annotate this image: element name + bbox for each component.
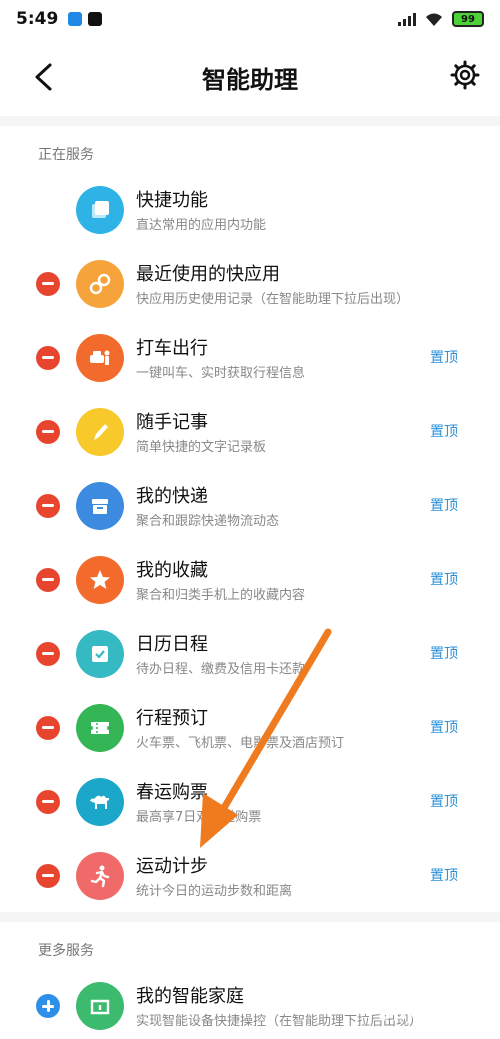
remove-button[interactable] <box>36 642 60 666</box>
box-icon <box>76 482 124 530</box>
link-icon <box>76 260 124 308</box>
row-title: 运动计步 <box>136 856 208 877</box>
row-title: 春运购票 <box>136 782 208 803</box>
remove-button[interactable] <box>36 346 60 370</box>
status-bar: 5:49 99 <box>0 0 500 38</box>
layers-icon <box>76 186 124 234</box>
row-subtitle: 简单快捷的文字记录板 <box>136 440 267 455</box>
service-row-recent-quickapps[interactable]: 最近使用的快应用 快应用历史使用记录（在智能助理下拉后出现） <box>0 246 500 320</box>
service-row-express[interactable]: 我的快递 聚合和跟踪快递物流动态 置顶 <box>0 468 500 542</box>
service-row-calendar[interactable]: 日历日程 待办日程、缴费及信用卡还款 置顶 <box>0 616 500 690</box>
service-row-taxi[interactable]: 打车出行 一键叫车、实时获取行程信息 置顶 <box>0 320 500 394</box>
row-subtitle: 快应用历史使用记录（在智能助理下拉后出现） <box>136 292 410 307</box>
service-row-favorites[interactable]: 我的收藏 聚合和归类手机上的收藏内容 置顶 <box>0 542 500 616</box>
row-title: 我的智能家庭 <box>136 986 244 1007</box>
runner-icon <box>76 852 124 900</box>
row-title: 快捷功能 <box>136 190 208 211</box>
remove-button[interactable] <box>36 272 60 296</box>
row-title: 打车出行 <box>136 338 208 359</box>
remove-button[interactable] <box>36 420 60 444</box>
camel-icon <box>76 778 124 826</box>
pencil-icon <box>76 408 124 456</box>
gear-icon[interactable] <box>450 60 480 90</box>
zhihu-notification-icon <box>68 12 83 26</box>
row-title: 行程预订 <box>136 708 208 729</box>
pin-top-button[interactable]: 置顶 <box>430 569 458 589</box>
mi-home-icon <box>76 982 124 1030</box>
battery-icon: 99 <box>452 11 484 27</box>
wifi-icon <box>426 13 442 26</box>
pin-top-button[interactable]: 置顶 <box>430 495 458 515</box>
page-title: 智能助理 <box>202 65 298 94</box>
remove-button[interactable] <box>36 494 60 518</box>
back-arrow-icon[interactable] <box>32 62 54 92</box>
remove-button[interactable] <box>36 568 60 592</box>
pin-top-button[interactable]: 置顶 <box>430 865 458 885</box>
pin-top-button[interactable]: 置顶 <box>430 717 458 737</box>
row-title: 随手记事 <box>136 412 208 433</box>
car-icon <box>76 334 124 382</box>
header: 智能助理 <box>0 38 500 116</box>
signal-icon <box>398 12 416 26</box>
service-row-spring-tickets[interactable]: 春运购票 最高享7日双通道购票 置顶 <box>0 764 500 838</box>
status-time: 5:49 <box>16 9 59 29</box>
row-title: 我的收藏 <box>136 560 208 581</box>
add-button[interactable] <box>36 994 60 1018</box>
service-row-shortcuts[interactable]: 快捷功能 直达常用的应用内功能 <box>0 172 500 246</box>
remove-button[interactable] <box>36 864 60 888</box>
row-subtitle: 火车票、飞机票、电影票及酒店预订 <box>136 736 345 751</box>
row-subtitle: 一键叫车、实时获取行程信息 <box>136 366 306 381</box>
remove-button[interactable] <box>36 790 60 814</box>
watermark: Baidu经验 <box>377 1000 482 1024</box>
pin-top-button[interactable]: 置顶 <box>430 791 458 811</box>
service-row-steps[interactable]: 运动计步 统计今日的运动步数和距离 置顶 <box>0 838 500 912</box>
row-subtitle: 直达常用的应用内功能 <box>136 218 267 233</box>
star-icon <box>76 556 124 604</box>
row-subtitle: 最高享7日双通道购票 <box>136 810 262 825</box>
row-title: 日历日程 <box>136 634 208 655</box>
section-title-more: 更多服务 <box>38 943 94 959</box>
ticket-icon <box>76 704 124 752</box>
row-subtitle: 聚合和归类手机上的收藏内容 <box>136 588 306 603</box>
section-title-serving: 正在服务 <box>38 147 94 163</box>
pin-top-button[interactable]: 置顶 <box>430 347 458 367</box>
row-title: 我的快递 <box>136 486 208 507</box>
row-subtitle: 统计今日的运动步数和距离 <box>136 884 293 899</box>
service-row-booking[interactable]: 行程预订 火车票、飞机票、电影票及酒店预订 置顶 <box>0 690 500 764</box>
row-subtitle: 聚合和跟踪快递物流动态 <box>136 514 280 529</box>
pin-top-button[interactable]: 置顶 <box>430 643 458 663</box>
remove-button[interactable] <box>36 716 60 740</box>
row-subtitle: 待办日程、缴费及信用卡还款 <box>136 662 306 677</box>
row-title: 最近使用的快应用 <box>136 264 280 285</box>
tiktok-notification-icon <box>88 12 103 26</box>
battery-level: 99 <box>461 13 475 25</box>
serving-section: 正在服务 快捷功能 直达常用的应用内功能 最近使用的快应用 快应用历史使用记录（… <box>0 126 500 912</box>
calendar-icon <box>76 630 124 678</box>
service-row-notes[interactable]: 随手记事 简单快捷的文字记录板 置顶 <box>0 394 500 468</box>
pin-top-button[interactable]: 置顶 <box>430 421 458 441</box>
